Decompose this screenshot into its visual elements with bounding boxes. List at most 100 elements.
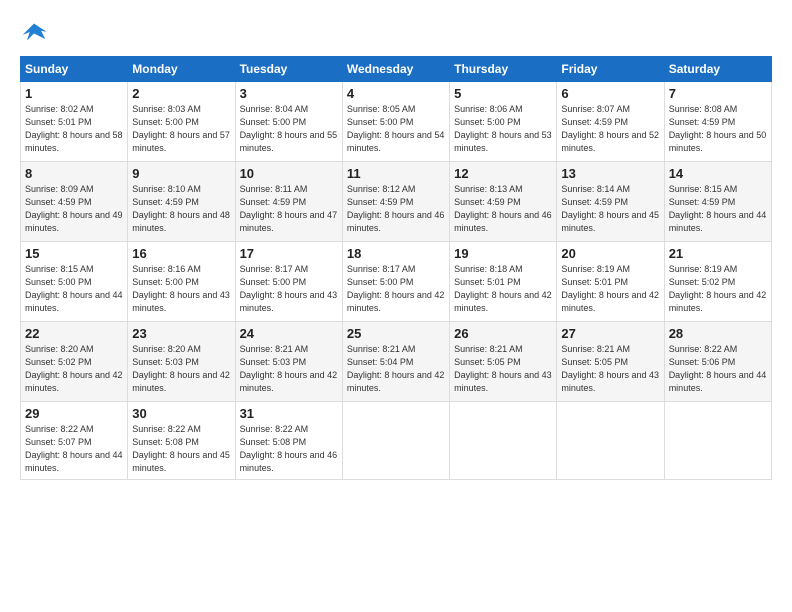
- calendar-cell: 1 Sunrise: 8:02 AM Sunset: 5:01 PM Dayli…: [21, 82, 128, 162]
- calendar-cell: 30 Sunrise: 8:22 AM Sunset: 5:08 PM Dayl…: [128, 402, 235, 480]
- day-number: 14: [669, 166, 767, 181]
- day-number: 10: [240, 166, 338, 181]
- day-info: Sunrise: 8:22 AM Sunset: 5:06 PM Dayligh…: [669, 343, 767, 395]
- day-number: 28: [669, 326, 767, 341]
- calendar-cell: 8 Sunrise: 8:09 AM Sunset: 4:59 PM Dayli…: [21, 162, 128, 242]
- day-number: 26: [454, 326, 552, 341]
- calendar-cell: 3 Sunrise: 8:04 AM Sunset: 5:00 PM Dayli…: [235, 82, 342, 162]
- calendar-cell: 11 Sunrise: 8:12 AM Sunset: 4:59 PM Dayl…: [342, 162, 449, 242]
- day-info: Sunrise: 8:10 AM Sunset: 4:59 PM Dayligh…: [132, 183, 230, 235]
- day-number: 29: [25, 406, 123, 421]
- day-number: 27: [561, 326, 659, 341]
- day-info: Sunrise: 8:21 AM Sunset: 5:04 PM Dayligh…: [347, 343, 445, 395]
- day-info: Sunrise: 8:15 AM Sunset: 4:59 PM Dayligh…: [669, 183, 767, 235]
- calendar-cell: 24 Sunrise: 8:21 AM Sunset: 5:03 PM Dayl…: [235, 322, 342, 402]
- calendar-cell: 20 Sunrise: 8:19 AM Sunset: 5:01 PM Dayl…: [557, 242, 664, 322]
- day-info: Sunrise: 8:22 AM Sunset: 5:08 PM Dayligh…: [132, 423, 230, 475]
- day-number: 24: [240, 326, 338, 341]
- day-info: Sunrise: 8:22 AM Sunset: 5:08 PM Dayligh…: [240, 423, 338, 475]
- calendar-cell: 12 Sunrise: 8:13 AM Sunset: 4:59 PM Dayl…: [450, 162, 557, 242]
- day-info: Sunrise: 8:17 AM Sunset: 5:00 PM Dayligh…: [240, 263, 338, 315]
- calendar-cell: 21 Sunrise: 8:19 AM Sunset: 5:02 PM Dayl…: [664, 242, 771, 322]
- day-info: Sunrise: 8:18 AM Sunset: 5:01 PM Dayligh…: [454, 263, 552, 315]
- day-number: 9: [132, 166, 230, 181]
- calendar-cell: 31 Sunrise: 8:22 AM Sunset: 5:08 PM Dayl…: [235, 402, 342, 480]
- day-info: Sunrise: 8:15 AM Sunset: 5:00 PM Dayligh…: [25, 263, 123, 315]
- day-info: Sunrise: 8:14 AM Sunset: 4:59 PM Dayligh…: [561, 183, 659, 235]
- day-number: 17: [240, 246, 338, 261]
- page: SundayMondayTuesdayWednesdayThursdayFrid…: [0, 0, 792, 612]
- calendar-cell: 5 Sunrise: 8:06 AM Sunset: 5:00 PM Dayli…: [450, 82, 557, 162]
- day-number: 1: [25, 86, 123, 101]
- calendar-cell: 14 Sunrise: 8:15 AM Sunset: 4:59 PM Dayl…: [664, 162, 771, 242]
- day-number: 23: [132, 326, 230, 341]
- day-number: 6: [561, 86, 659, 101]
- day-number: 12: [454, 166, 552, 181]
- calendar-day-header: Monday: [128, 57, 235, 82]
- calendar-cell: 4 Sunrise: 8:05 AM Sunset: 5:00 PM Dayli…: [342, 82, 449, 162]
- day-info: Sunrise: 8:20 AM Sunset: 5:02 PM Dayligh…: [25, 343, 123, 395]
- day-info: Sunrise: 8:11 AM Sunset: 4:59 PM Dayligh…: [240, 183, 338, 235]
- calendar-day-header: Saturday: [664, 57, 771, 82]
- calendar-day-header: Thursday: [450, 57, 557, 82]
- day-number: 31: [240, 406, 338, 421]
- calendar-table: SundayMondayTuesdayWednesdayThursdayFrid…: [20, 56, 772, 480]
- day-info: Sunrise: 8:04 AM Sunset: 5:00 PM Dayligh…: [240, 103, 338, 155]
- calendar-cell: 15 Sunrise: 8:15 AM Sunset: 5:00 PM Dayl…: [21, 242, 128, 322]
- calendar-cell: [664, 402, 771, 480]
- calendar-cell: 2 Sunrise: 8:03 AM Sunset: 5:00 PM Dayli…: [128, 82, 235, 162]
- day-info: Sunrise: 8:06 AM Sunset: 5:00 PM Dayligh…: [454, 103, 552, 155]
- calendar-cell: 23 Sunrise: 8:20 AM Sunset: 5:03 PM Dayl…: [128, 322, 235, 402]
- day-number: 5: [454, 86, 552, 101]
- day-info: Sunrise: 8:21 AM Sunset: 5:05 PM Dayligh…: [454, 343, 552, 395]
- calendar-cell: [557, 402, 664, 480]
- day-info: Sunrise: 8:05 AM Sunset: 5:00 PM Dayligh…: [347, 103, 445, 155]
- calendar-cell: 13 Sunrise: 8:14 AM Sunset: 4:59 PM Dayl…: [557, 162, 664, 242]
- calendar-cell: [342, 402, 449, 480]
- day-number: 7: [669, 86, 767, 101]
- day-info: Sunrise: 8:03 AM Sunset: 5:00 PM Dayligh…: [132, 103, 230, 155]
- calendar-header-row: SundayMondayTuesdayWednesdayThursdayFrid…: [21, 57, 772, 82]
- calendar-day-header: Wednesday: [342, 57, 449, 82]
- logo-icon: [20, 18, 48, 46]
- calendar-cell: 17 Sunrise: 8:17 AM Sunset: 5:00 PM Dayl…: [235, 242, 342, 322]
- calendar-cell: 29 Sunrise: 8:22 AM Sunset: 5:07 PM Dayl…: [21, 402, 128, 480]
- day-info: Sunrise: 8:19 AM Sunset: 5:02 PM Dayligh…: [669, 263, 767, 315]
- day-number: 2: [132, 86, 230, 101]
- calendar-cell: 25 Sunrise: 8:21 AM Sunset: 5:04 PM Dayl…: [342, 322, 449, 402]
- calendar-cell: 7 Sunrise: 8:08 AM Sunset: 4:59 PM Dayli…: [664, 82, 771, 162]
- day-number: 22: [25, 326, 123, 341]
- calendar-cell: 27 Sunrise: 8:21 AM Sunset: 5:05 PM Dayl…: [557, 322, 664, 402]
- day-number: 8: [25, 166, 123, 181]
- day-info: Sunrise: 8:17 AM Sunset: 5:00 PM Dayligh…: [347, 263, 445, 315]
- day-info: Sunrise: 8:13 AM Sunset: 4:59 PM Dayligh…: [454, 183, 552, 235]
- calendar-cell: 22 Sunrise: 8:20 AM Sunset: 5:02 PM Dayl…: [21, 322, 128, 402]
- day-info: Sunrise: 8:08 AM Sunset: 4:59 PM Dayligh…: [669, 103, 767, 155]
- day-info: Sunrise: 8:21 AM Sunset: 5:03 PM Dayligh…: [240, 343, 338, 395]
- day-info: Sunrise: 8:12 AM Sunset: 4:59 PM Dayligh…: [347, 183, 445, 235]
- day-number: 4: [347, 86, 445, 101]
- day-info: Sunrise: 8:02 AM Sunset: 5:01 PM Dayligh…: [25, 103, 123, 155]
- day-info: Sunrise: 8:07 AM Sunset: 4:59 PM Dayligh…: [561, 103, 659, 155]
- calendar-cell: 19 Sunrise: 8:18 AM Sunset: 5:01 PM Dayl…: [450, 242, 557, 322]
- day-info: Sunrise: 8:20 AM Sunset: 5:03 PM Dayligh…: [132, 343, 230, 395]
- calendar-day-header: Tuesday: [235, 57, 342, 82]
- calendar-cell: 10 Sunrise: 8:11 AM Sunset: 4:59 PM Dayl…: [235, 162, 342, 242]
- day-number: 16: [132, 246, 230, 261]
- day-info: Sunrise: 8:16 AM Sunset: 5:00 PM Dayligh…: [132, 263, 230, 315]
- day-number: 13: [561, 166, 659, 181]
- day-number: 18: [347, 246, 445, 261]
- logo: [20, 18, 52, 46]
- day-number: 11: [347, 166, 445, 181]
- calendar-cell: [450, 402, 557, 480]
- day-info: Sunrise: 8:22 AM Sunset: 5:07 PM Dayligh…: [25, 423, 123, 475]
- day-info: Sunrise: 8:21 AM Sunset: 5:05 PM Dayligh…: [561, 343, 659, 395]
- day-number: 3: [240, 86, 338, 101]
- calendar-cell: 6 Sunrise: 8:07 AM Sunset: 4:59 PM Dayli…: [557, 82, 664, 162]
- day-info: Sunrise: 8:19 AM Sunset: 5:01 PM Dayligh…: [561, 263, 659, 315]
- calendar-day-header: Friday: [557, 57, 664, 82]
- day-number: 21: [669, 246, 767, 261]
- day-number: 19: [454, 246, 552, 261]
- header: [20, 18, 772, 46]
- calendar-cell: 16 Sunrise: 8:16 AM Sunset: 5:00 PM Dayl…: [128, 242, 235, 322]
